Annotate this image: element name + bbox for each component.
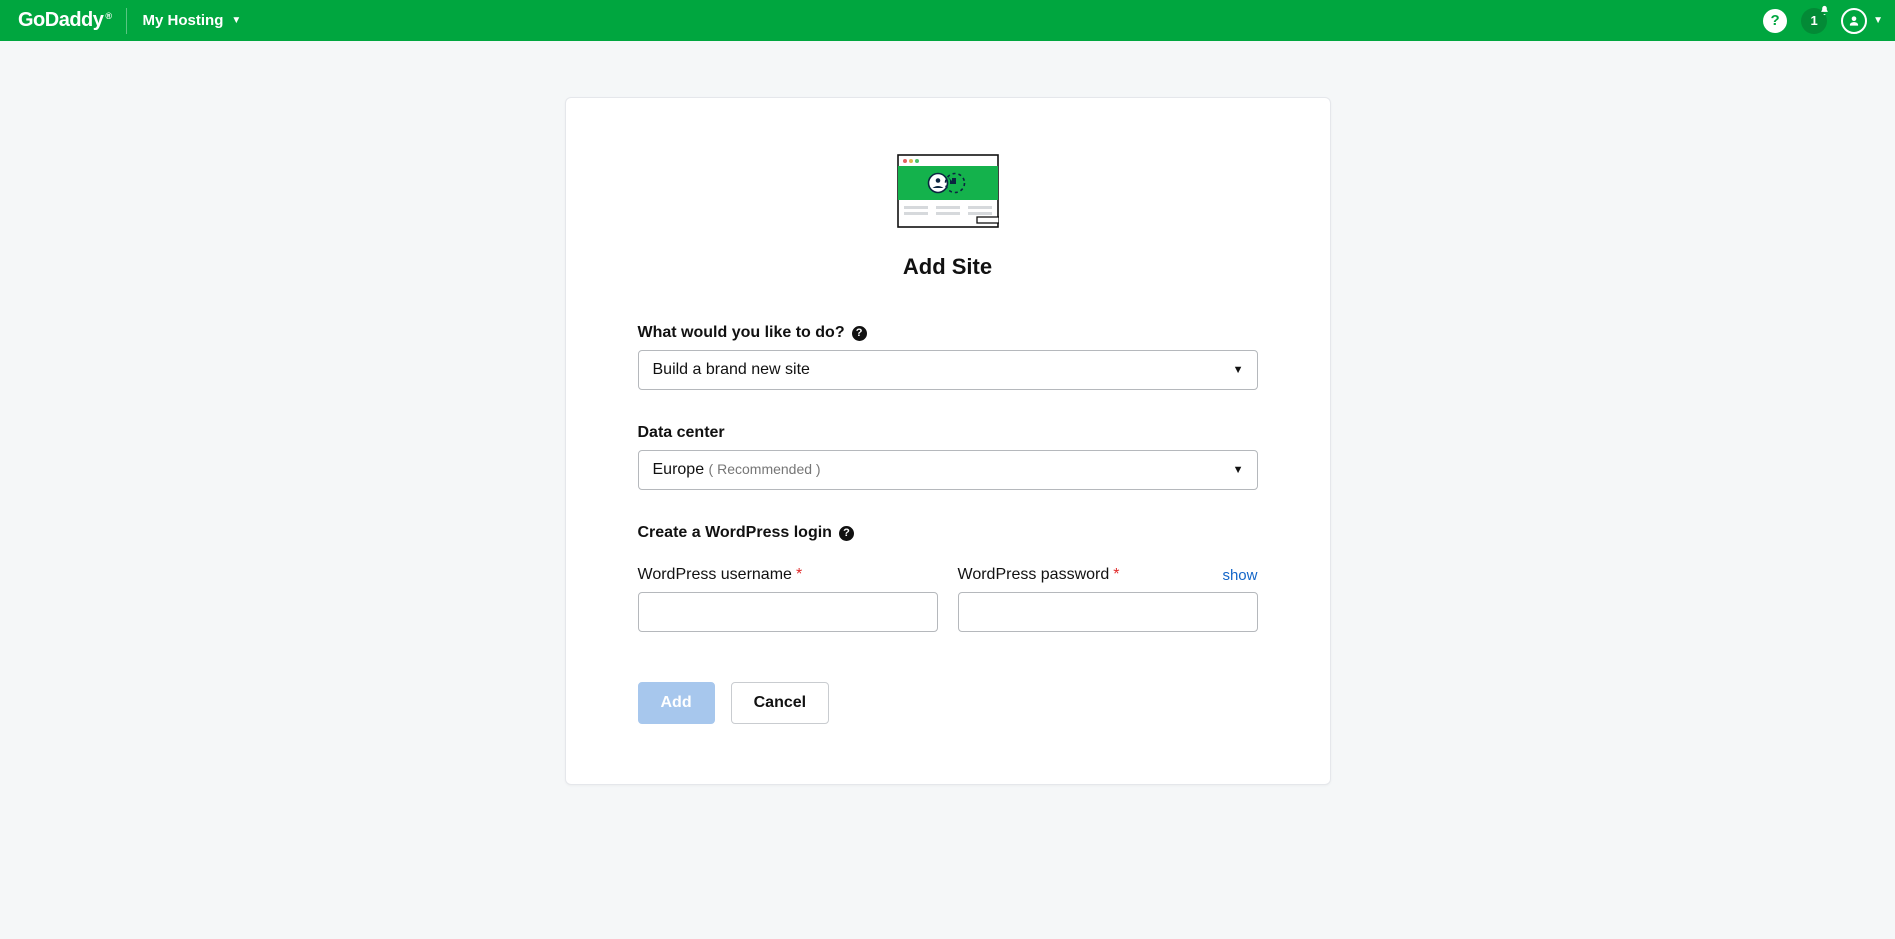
what-do-selected-value: Build a brand new site xyxy=(653,361,810,378)
datacenter-label: Data center xyxy=(638,424,725,442)
wp-password-field: WordPress password * show xyxy=(958,566,1258,632)
wp-username-label: WordPress username xyxy=(638,566,792,584)
add-button[interactable]: Add xyxy=(638,682,715,724)
required-asterisk: * xyxy=(1113,566,1119,584)
add-site-card: Add Site What would you like to do? ? Bu… xyxy=(565,97,1331,785)
required-asterisk: * xyxy=(796,566,802,584)
datacenter-selected-value: Europe xyxy=(653,461,705,478)
section-what-do: What would you like to do? ? Build a bra… xyxy=(638,324,1258,724)
datacenter-hint: ( Recommended ) xyxy=(709,461,821,477)
account-menu[interactable]: ▼ xyxy=(1841,8,1883,34)
wp-username-field: WordPress username * xyxy=(638,566,938,632)
what-do-select-wrap: Build a brand new site ▼ xyxy=(638,350,1258,390)
divider xyxy=(126,8,127,34)
datacenter-select-wrap: Europe ( Recommended ) ▼ xyxy=(638,450,1258,490)
avatar-icon xyxy=(1841,8,1867,34)
wp-password-input[interactable] xyxy=(958,592,1258,632)
help-icon: ? xyxy=(1763,9,1787,33)
topbar-right: ? 1 ▼ xyxy=(1763,8,1883,34)
help-button[interactable]: ? xyxy=(1763,9,1787,33)
chevron-down-icon: ▼ xyxy=(1873,15,1883,26)
page-title: Add Site xyxy=(903,254,992,280)
browser-illustration-icon xyxy=(897,154,999,228)
chevron-down-icon: ▼ xyxy=(231,15,241,26)
cancel-button[interactable]: Cancel xyxy=(731,682,829,724)
brand-text: GoDaddy xyxy=(18,9,103,32)
help-tooltip-icon[interactable]: ? xyxy=(852,326,867,341)
wp-login-section-label: Create a WordPress login xyxy=(638,524,832,542)
page-body: Add Site What would you like to do? ? Bu… xyxy=(0,41,1895,841)
notification-count: 1 xyxy=(1810,13,1817,28)
brand-logo[interactable]: GoDaddy® xyxy=(18,9,112,32)
registered-mark: ® xyxy=(105,11,111,21)
datacenter-select[interactable]: Europe ( Recommended ) xyxy=(638,450,1258,490)
button-row: Add Cancel xyxy=(638,682,1258,724)
what-do-label: What would you like to do? xyxy=(638,324,845,342)
nav-my-hosting[interactable]: My Hosting ▼ xyxy=(143,12,242,29)
notifications-button[interactable]: 1 xyxy=(1801,8,1827,34)
wp-username-input[interactable] xyxy=(638,592,938,632)
help-tooltip-icon[interactable]: ? xyxy=(839,526,854,541)
show-password-link[interactable]: show xyxy=(1222,567,1257,584)
top-bar: GoDaddy® My Hosting ▼ ? 1 ▼ xyxy=(0,0,1895,41)
nav-my-hosting-label: My Hosting xyxy=(143,12,224,29)
what-do-select[interactable]: Build a brand new site xyxy=(638,350,1258,390)
card-header: Add Site xyxy=(638,154,1258,280)
wp-password-label: WordPress password xyxy=(958,566,1110,584)
bell-icon xyxy=(1819,5,1830,16)
